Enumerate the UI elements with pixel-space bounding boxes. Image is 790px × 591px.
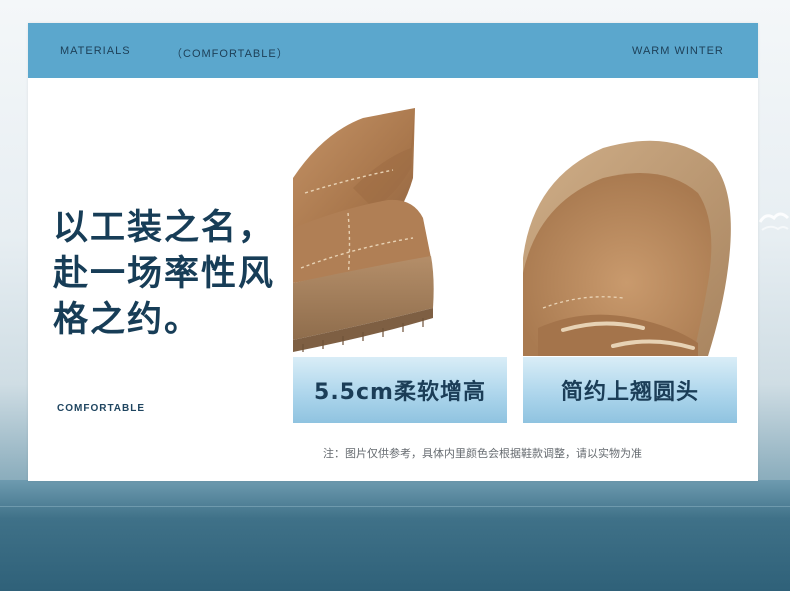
feature-label-heel-height: 5.5cm柔软增高 <box>314 380 486 405</box>
feature-label-rounded-toe: 简约上翘圆头 <box>560 380 699 405</box>
comfortable-caption: COMFORTABLE <box>57 403 146 414</box>
disclaimer-note: 注：图片仅供参考，具体内里颜色会根据鞋款调整，请以实物为准 <box>323 447 642 460</box>
background-sea <box>0 480 790 591</box>
headline-line-2: 赴一场率性风 <box>53 254 276 294</box>
header-bar: MATERIALS （COMFORTABLE） WARM WINTER <box>28 23 758 78</box>
cloud-ornament-icon <box>758 212 790 231</box>
boot-heel-sole-photo <box>293 108 508 356</box>
content-card: MATERIALS （COMFORTABLE） WARM WINTER 以工装之… <box>28 23 758 481</box>
headline: 以工装之名， 赴一场率性风 格之约。 <box>53 205 303 343</box>
headline-line-1: 以工装之名， <box>53 208 276 248</box>
feature-badge-rounded-toe: 简约上翘圆头 <box>523 357 737 423</box>
background-horizon-line <box>0 506 790 507</box>
header-warm-winter-label: WARM WINTER <box>632 45 724 57</box>
boot-rounded-toe-photo <box>523 108 738 356</box>
feature-badge-heel-height: 5.5cm柔软增高 <box>293 357 507 423</box>
header-materials-label: MATERIALS <box>60 45 131 57</box>
header-comfortable-label: （COMFORTABLE） <box>171 48 289 60</box>
headline-line-3: 格之约。 <box>53 300 202 340</box>
